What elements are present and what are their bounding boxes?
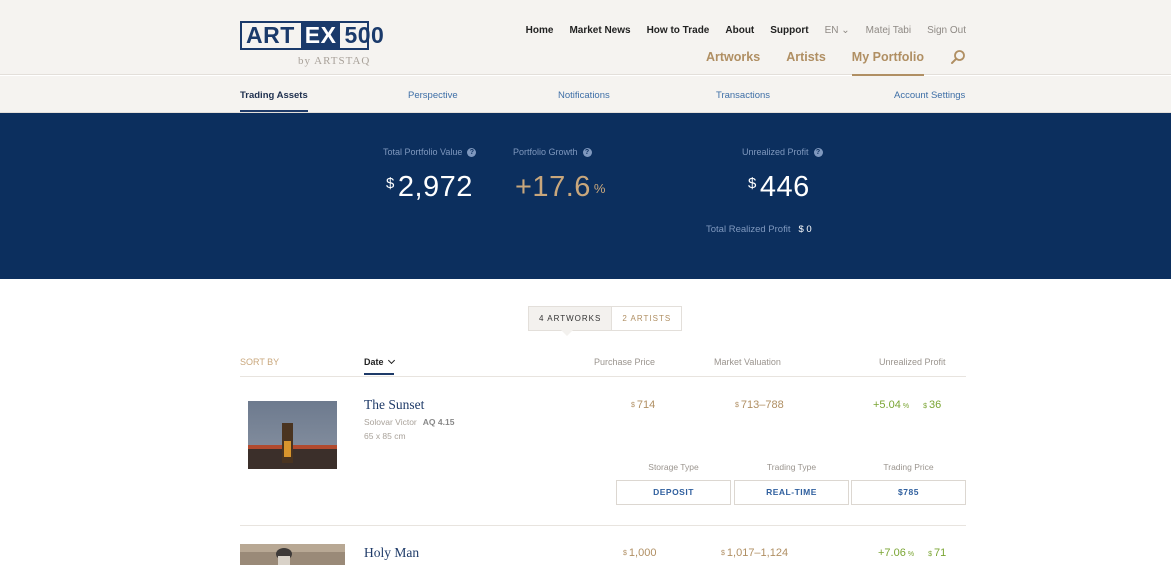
nav-market-news[interactable]: Market News [569, 25, 630, 36]
divider [240, 525, 966, 526]
artist-name: Solovar Victor [364, 417, 417, 427]
portfolio-sub-nav: Trading Assets Perspective Notifications… [0, 76, 1171, 113]
growth-amount: +17.6 [515, 171, 591, 203]
artwork-title[interactable]: Holy Man [364, 545, 419, 561]
view-toggle: 4 ARTWORKS 2 ARTISTS [528, 306, 683, 336]
sort-date-dropdown[interactable]: Date [364, 356, 395, 375]
purchase-amount: 1,000 [628, 547, 657, 559]
toggle-artists[interactable]: 2 ARTISTS [611, 307, 682, 330]
currency-symbol: $ [721, 550, 725, 557]
sort-date-label: Date [364, 357, 384, 367]
site-header: ART EX 500 by ARTSTAQ Home Market News H… [0, 0, 1171, 76]
unrealized-label-text: Unrealized Profit [742, 147, 809, 157]
unrealized-profit-row: +5.04% $36 [873, 399, 941, 411]
user-name[interactable]: Matej Tabi [866, 25, 911, 36]
chevron-down-icon [387, 356, 395, 365]
portfolio-growth: +17.6% [515, 171, 606, 204]
currency-symbol: $ [386, 175, 395, 192]
aq-score: AQ 4.15 [422, 417, 455, 427]
storage-type-label: Storage Type [648, 462, 699, 472]
total-value: $2,972 [386, 171, 473, 204]
currency-symbol: $ [631, 402, 635, 409]
logo-art: ART [246, 22, 295, 48]
profit-amount: 36 [928, 399, 942, 411]
profit-amount: 71 [933, 547, 947, 559]
nav-home[interactable]: Home [526, 25, 554, 36]
tab-trading-assets[interactable]: Trading Assets [240, 90, 308, 112]
logo-byline: by ARTSTAQ [298, 55, 371, 67]
sign-out-link[interactable]: Sign Out [927, 25, 966, 36]
chevron-down-icon: ⌄ [841, 25, 850, 36]
tab-notifications[interactable]: Notifications [558, 90, 610, 101]
market-valuation: $1,017–1,124 [721, 547, 788, 559]
nav-my-portfolio[interactable]: My Portfolio [851, 50, 925, 76]
market-valuation: $713–788 [735, 399, 784, 411]
currency-symbol: $ [623, 550, 627, 557]
percent-unit: % [907, 551, 915, 558]
search-icon[interactable] [950, 49, 966, 65]
total-value-label: Total Portfolio Value ? [383, 147, 477, 157]
help-icon[interactable]: ? [582, 147, 592, 157]
portfolio-summary: Total Portfolio Value ? $2,972 Portfolio… [0, 113, 1171, 279]
tab-account-settings[interactable]: Account Settings [894, 90, 965, 101]
trading-type-button[interactable]: REAL-TIME [734, 480, 849, 505]
growth-label-text: Portfolio Growth [513, 147, 578, 157]
nav-how-to-trade[interactable]: How to Trade [647, 25, 710, 36]
nav-artworks[interactable]: Artworks [706, 50, 760, 64]
currency-symbol: $ [735, 402, 739, 409]
artwork-thumbnail[interactable] [240, 544, 345, 565]
artex500-logo[interactable]: ART EX 500 by ARTSTAQ [240, 21, 384, 67]
realized-profit: Total Realized Profit $ 0 [706, 224, 812, 235]
logo-500: 500 [344, 22, 385, 48]
trading-price-label: Trading Price [883, 462, 934, 472]
artwork-title[interactable]: The Sunset [364, 397, 424, 413]
tab-transactions[interactable]: Transactions [716, 90, 770, 101]
language-label: EN [824, 25, 839, 36]
currency-symbol: $ [928, 551, 932, 558]
logo-wordmark: ART EX 500 [240, 21, 384, 50]
realized-label: Total Realized Profit [706, 224, 791, 235]
divider [240, 376, 966, 377]
profit-percent: +7.06 [878, 547, 906, 559]
unrealized-profit-row: +7.06% $71 [878, 547, 946, 559]
storage-type-button[interactable]: DEPOSIT [616, 480, 731, 505]
col-unrealized-profit: Unrealized Profit [879, 357, 946, 367]
purchase-price: $714 [631, 399, 655, 411]
nav-artists[interactable]: Artists [786, 50, 826, 64]
currency-symbol: $ [923, 403, 927, 410]
col-purchase-price: Purchase Price [594, 357, 656, 367]
artwork-artist: Solovar Victor AQ 4.15 [364, 417, 454, 427]
nav-support[interactable]: Support [770, 25, 808, 36]
help-icon[interactable]: ? [813, 147, 823, 157]
artwork-thumbnail[interactable] [248, 401, 337, 469]
growth-unit: % [593, 181, 606, 196]
trading-type-label: Trading Type [766, 462, 817, 472]
artwork-size: 65 x 85 cm [364, 431, 406, 441]
tab-perspective[interactable]: Perspective [408, 90, 458, 101]
unrealized-profit: $446 [748, 171, 810, 204]
help-icon[interactable]: ? [467, 147, 477, 157]
top-nav: Home Market News How to Trade About Supp… [526, 25, 966, 36]
purchase-price: $1,000 [623, 547, 656, 559]
col-market-valuation: Market Valuation [714, 357, 781, 367]
language-selector[interactable]: EN ⌄ [825, 25, 850, 36]
unrealized-amount: 446 [759, 171, 810, 203]
total-value-amount: 2,972 [397, 171, 473, 203]
trading-price-button[interactable]: $785 [851, 480, 966, 505]
profit-percent: +5.04 [873, 399, 901, 411]
valuation-range: 713–788 [740, 399, 784, 411]
realized-amount: $ 0 [798, 224, 812, 235]
percent-unit: % [902, 403, 910, 410]
main-nav: Artworks Artists My Portfolio [706, 49, 966, 76]
valuation-range: 1,017–1,124 [726, 547, 789, 559]
growth-label: Portfolio Growth ? [513, 147, 592, 157]
nav-about[interactable]: About [725, 25, 754, 36]
logo-ex: EX [300, 23, 341, 48]
sort-by-label: SORT BY [240, 357, 280, 367]
currency-symbol: $ [748, 175, 757, 192]
total-value-label-text: Total Portfolio Value [383, 147, 463, 157]
toggle-artworks[interactable]: 4 ARTWORKS [529, 307, 612, 336]
unrealized-label: Unrealized Profit ? [742, 147, 823, 157]
purchase-amount: 714 [636, 399, 656, 411]
